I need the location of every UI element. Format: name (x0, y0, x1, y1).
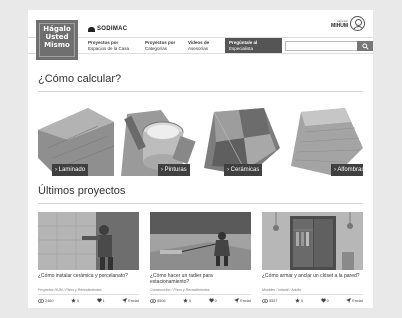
share-label: Enviar (352, 298, 363, 303)
project-image-ceramica[interactable] (38, 212, 139, 270)
nav-categorias-text: Categorías (145, 45, 168, 51)
eye-icon (262, 298, 268, 303)
logo-line-3: Mismo (44, 41, 70, 49)
likes-count: 0 (326, 298, 329, 303)
eye-icon (38, 298, 44, 303)
project-card-radier[interactable]: ¿Cómo hacer un radier para estacionamien… (150, 212, 251, 303)
main-nav: Proyectos por Espacios de la Casa Proyec… (28, 37, 373, 58)
projects-section-title: Últimos proyectos (38, 185, 126, 197)
search-icon (361, 42, 369, 50)
stars-stat[interactable]: 0 (295, 298, 303, 303)
nav-espacios-text: Espacios de la Casa (88, 45, 130, 51)
stars-count: 0 (188, 298, 192, 303)
stars-count: 0 (76, 298, 80, 303)
nav-especialista-button[interactable]: Pregúntale al Especialista (225, 38, 282, 53)
project-image-closet[interactable] (262, 212, 363, 270)
logo-line-1: Hágalo (43, 25, 71, 33)
user-avatar-icon[interactable] (350, 16, 365, 31)
user-name: MIHUM (331, 22, 348, 29)
likes-stat[interactable]: 1 (96, 298, 105, 303)
calc-section-divider (38, 91, 363, 92)
project-stats: 6506 0 0 Enviar (150, 298, 251, 303)
heart-icon (208, 298, 214, 303)
calc-card-ceramicas[interactable]: Cerámicas (204, 108, 280, 176)
project-card-closet[interactable]: ¿Cómo armar y anclar un clóset a la pare… (262, 212, 363, 303)
views-stat: 6506 (150, 298, 166, 303)
project-category[interactable]: Muebles / Infantil / Adulto (262, 288, 363, 295)
send-icon (122, 298, 128, 303)
project-category[interactable]: Proyectos HUM / Pisos y Revestimientos (38, 288, 139, 295)
project-category[interactable]: Construcción / Pisos y Revestimientos (150, 288, 251, 295)
stars-stat[interactable]: 0 (71, 298, 79, 303)
hagalo-usted-mismo-logo[interactable]: Hágalo Usted Mismo (36, 20, 78, 60)
heart-icon (320, 298, 326, 303)
user-login[interactable]: Ingresar MIHUM (331, 16, 365, 31)
views-count: 5557 (269, 298, 278, 303)
stars-stat[interactable]: 0 (183, 298, 191, 303)
search-box (285, 41, 373, 58)
share-button[interactable]: Enviar (234, 298, 251, 303)
calc-label-pinturas: Pinturas (158, 164, 190, 176)
star-icon (295, 298, 300, 303)
logo-line-2: Usted (45, 33, 69, 41)
calc-card-pinturas[interactable]: Pinturas (121, 108, 197, 176)
nav-videos[interactable]: Videos de Asesorías (188, 40, 209, 51)
eye-icon (150, 298, 156, 303)
project-photo-closet (262, 212, 363, 270)
project-image-radier[interactable] (150, 212, 251, 270)
project-card-ceramica[interactable]: ¿Cómo instalar cerámica y porcelanato? P… (38, 212, 139, 303)
brand-name: SODIMAC (97, 26, 128, 32)
likes-stat[interactable]: 0 (320, 298, 329, 303)
star-icon (71, 298, 76, 303)
sodimac-brand[interactable]: SODIMAC (88, 26, 127, 32)
sodimac-logo-icon (88, 26, 95, 32)
project-title[interactable]: ¿Cómo hacer un radier para estacionamien… (150, 273, 251, 286)
user-text: Ingresar MIHUM (331, 19, 348, 29)
calc-label-laminado: Laminado (52, 164, 89, 176)
stars-count: 0 (300, 298, 304, 303)
project-photo-ceramica (38, 212, 139, 270)
search-button[interactable] (357, 41, 373, 51)
calc-card-laminado[interactable]: Laminado (38, 108, 114, 176)
likes-count: 0 (214, 298, 217, 303)
calc-section-title: ¿Cómo calcular? (38, 73, 122, 85)
share-label: Enviar (128, 298, 139, 303)
share-button[interactable]: Enviar (122, 298, 139, 303)
nav-espacios[interactable]: Proyectos por Espacios de la Casa (88, 40, 129, 51)
projects-section-divider (38, 203, 363, 204)
share-label: Enviar (240, 298, 251, 303)
views-stat: 2460 (38, 298, 54, 303)
views-count: 6506 (157, 298, 166, 303)
project-stats: 2460 0 1 Enviar (38, 298, 139, 303)
heart-icon (96, 298, 102, 303)
likes-count: 1 (102, 298, 105, 303)
project-title[interactable]: ¿Cómo armar y anclar un clóset a la pare… (262, 273, 363, 286)
project-title[interactable]: ¿Cómo instalar cerámica y porcelanato? (38, 273, 139, 286)
calc-label-alfombras: Alfombras (331, 164, 363, 176)
nav-cta-text: Especialista (229, 45, 254, 51)
share-button[interactable]: Enviar (346, 298, 363, 303)
calc-card-alfombras[interactable]: Alfombras (287, 108, 363, 176)
calc-label-ceramicas: Cerámicas (224, 164, 263, 176)
send-icon (234, 298, 240, 303)
search-input[interactable] (286, 49, 360, 58)
page: Hágalo Usted Mismo SODIMAC Ingresar MIHU… (28, 10, 373, 308)
nav-videos-text: Asesorías (188, 45, 209, 51)
views-count: 2460 (45, 298, 54, 303)
send-icon (346, 298, 352, 303)
project-photo-radier (150, 212, 251, 270)
star-icon (183, 298, 188, 303)
project-stats: 5557 0 0 Enviar (262, 298, 363, 303)
views-stat: 5557 (262, 298, 278, 303)
nav-categorias[interactable]: Proyectos por Categorías (145, 40, 175, 51)
likes-stat[interactable]: 0 (208, 298, 217, 303)
